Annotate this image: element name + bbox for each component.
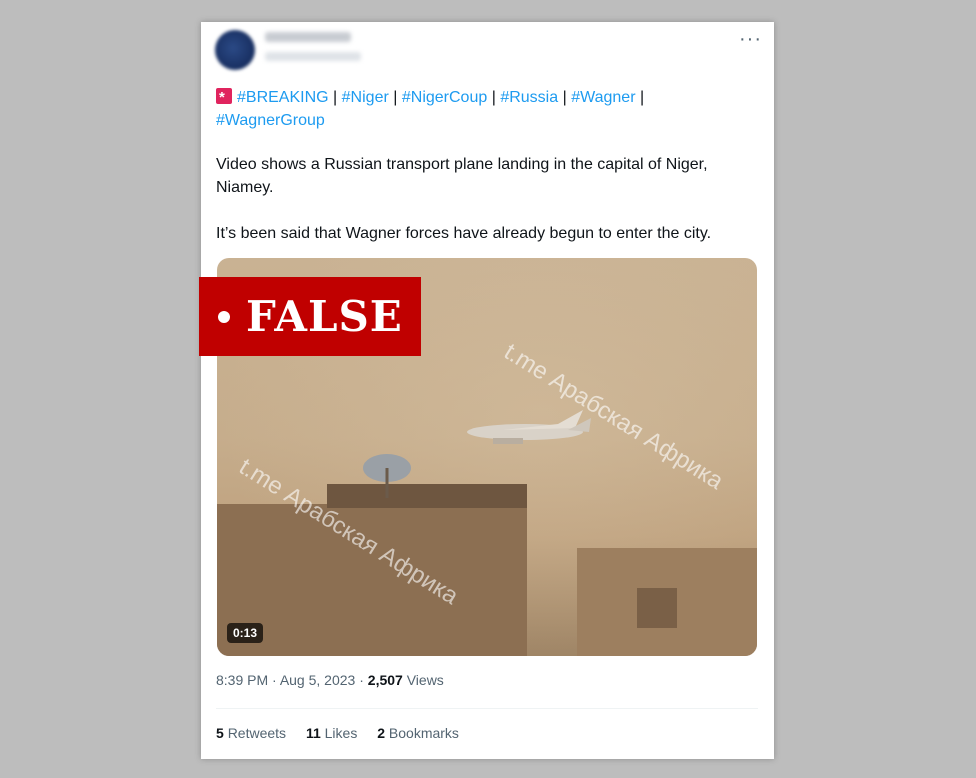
hashtag-nigercoup[interactable]: #NigerCoup [402, 89, 487, 106]
tweet-text-paragraph-2: It’s been said that Wagner forces have a… [216, 225, 712, 242]
false-verdict-label: FALSE [199, 277, 421, 356]
bookmarks-stat[interactable]: 2 Bookmarks [377, 725, 459, 741]
likes-stat[interactable]: 11 Likes [306, 725, 357, 741]
tweet-date[interactable]: Aug 5, 2023 [280, 672, 356, 688]
tweet-card: ··· #BREAKING | #Niger | #NigerCoup | #R… [201, 22, 774, 759]
tweet-time[interactable]: 8:39 PM [216, 672, 268, 688]
bookmarks-label: Bookmarks [388, 725, 459, 741]
building [217, 504, 527, 656]
bookmarks-count: 2 [377, 725, 386, 741]
hashtag-niger[interactable]: #Niger [342, 89, 389, 106]
video-duration: 0:13 [227, 623, 264, 643]
hashtag-wagner[interactable]: #Wagner [571, 89, 635, 106]
hashtag-breaking[interactable]: #BREAKING [237, 89, 329, 106]
retweets-label: Retweets [227, 725, 287, 741]
bullet-icon [218, 310, 230, 323]
verdict-text: FALSE [246, 292, 403, 341]
likes-label: Likes [324, 725, 358, 741]
hashtag-wagnergroup[interactable]: #WagnerGroup [216, 112, 325, 129]
retweets-count: 5 [216, 725, 224, 741]
tweet-stats: 5 Retweets 11 Likes 2 Bookmarks [216, 725, 475, 741]
likes-count: 11 [305, 725, 321, 741]
separator: | [491, 89, 496, 106]
separator: | [639, 89, 645, 106]
building-window [637, 588, 677, 628]
views-label: Views [406, 672, 444, 688]
hashtag-russia[interactable]: #Russia [500, 89, 558, 106]
views-count: 2,507 [367, 672, 403, 688]
separator: | [333, 89, 338, 106]
username-blurred[interactable] [265, 52, 361, 61]
divider [216, 708, 758, 709]
avatar[interactable] [215, 30, 255, 70]
separator: | [562, 89, 567, 106]
display-name-blurred[interactable] [265, 32, 351, 42]
tweet-meta: 8:39 PM · Aug 5, 2023 · 2,507 Views [216, 672, 444, 688]
satellite-dish-icon [363, 454, 411, 498]
more-icon[interactable]: ··· [739, 28, 762, 51]
retweets-stat[interactable]: 5 Retweets [216, 725, 286, 741]
separator: | [393, 89, 398, 106]
rotating-light-icon [216, 86, 232, 109]
tweet-text-paragraph-1: Video shows a Russian transport plane la… [216, 156, 708, 196]
hashtag-line: #BREAKING | #Niger | #NigerCoup | #Russi… [216, 86, 756, 132]
airplane-icon [467, 410, 591, 444]
